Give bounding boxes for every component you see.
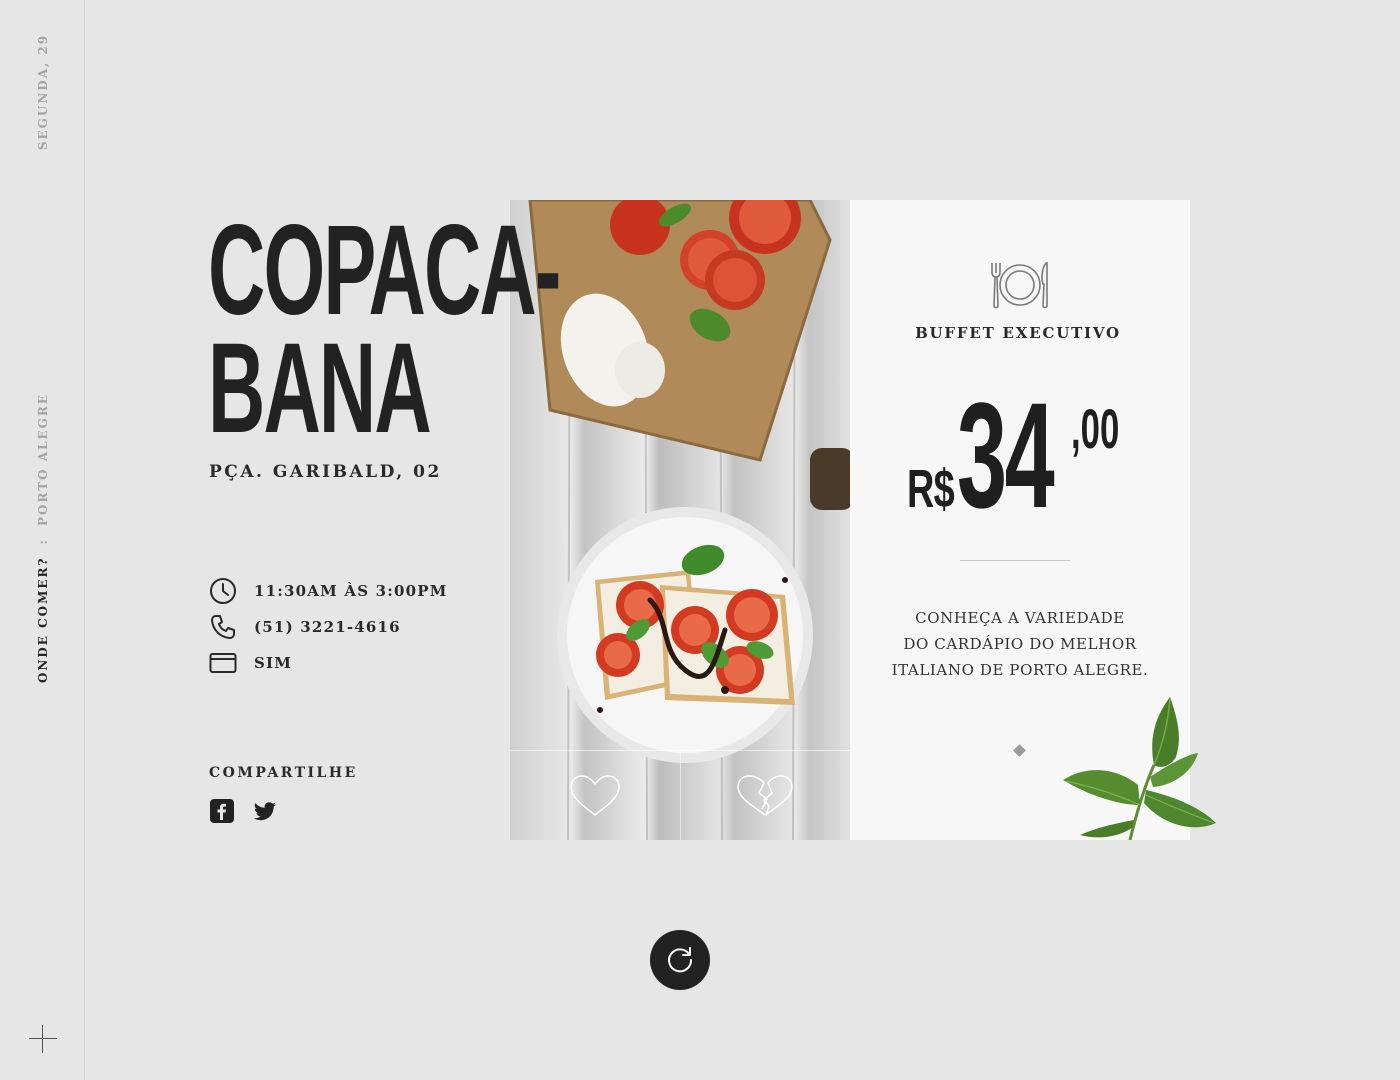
page: SEGUNDA, 29 ONDE COMER?: PORTO ALEGRE COP… — [0, 0, 1400, 1080]
share-label: COMPARTILHE — [209, 765, 358, 781]
clock-icon — [210, 578, 236, 604]
diamond-ornament — [1013, 744, 1026, 757]
twitter-icon[interactable] — [252, 798, 278, 824]
basil-leaf-decoration — [1063, 697, 1216, 840]
breadcrumb: ONDE COMER?: PORTO ALEGRE — [36, 393, 50, 683]
price-decimal: ,00 — [1071, 397, 1120, 460]
refresh-button[interactable] — [650, 930, 710, 990]
breadcrumb-porto-alegre[interactable]: PORTO ALEGRE — [36, 393, 50, 526]
sidebar: SEGUNDA, 29 ONDE COMER?: PORTO ALEGRE — [0, 0, 85, 1080]
description-line: CONHEÇA A VARIEDADE — [915, 609, 1125, 627]
phone-icon — [211, 615, 235, 639]
description-line: DO CARDÁPIO DO MELHOR — [903, 635, 1137, 653]
menu-description: CONHEÇA A VARIEDADE DO CARDÁPIO DO MELHO… — [880, 605, 1160, 683]
plate-cutlery-icon — [991, 262, 1048, 309]
facebook-icon[interactable] — [209, 798, 235, 824]
menu-title: BUFFET EXECUTIVO — [915, 324, 1121, 342]
restaurant-address: PÇA. GARIBALD, 02 — [209, 462, 442, 482]
refresh-icon — [668, 947, 693, 973]
broken-heart-icon — [737, 775, 793, 816]
description-line: ITALIANO DE PORTO ALEGRE. — [891, 661, 1149, 679]
restaurant-name-line1: COPACA- — [208, 199, 561, 342]
restaurant-name: COPACA- BANA — [208, 199, 561, 460]
date-label: SEGUNDA, 29 — [36, 33, 50, 151]
price-integer: 34 — [957, 371, 1055, 539]
vote-bar — [510, 750, 850, 840]
phone-row: (51) 3221-4616 — [209, 613, 401, 641]
food-photo-illustration — [528, 200, 850, 840]
dislike-button[interactable] — [679, 751, 851, 840]
hours-text: 11:30AM ÀS 3:00PM — [254, 582, 448, 600]
card-payment-text: SIM — [254, 654, 293, 672]
price-currency: R$ — [907, 459, 955, 519]
breadcrumb-onde-comer[interactable]: ONDE COMER? — [36, 556, 50, 683]
heart-icon — [569, 775, 620, 816]
divider — [960, 560, 1070, 561]
add-icon[interactable] — [29, 1025, 57, 1053]
card-row: SIM — [209, 649, 292, 677]
hours-row: 11:30AM ÀS 3:00PM — [209, 577, 448, 605]
like-button[interactable] — [510, 751, 680, 840]
price: R$ 34 ,00 — [907, 380, 1147, 530]
food-photo — [510, 200, 850, 840]
phone-text[interactable]: (51) 3221-4616 — [254, 618, 401, 636]
credit-card-icon — [209, 653, 237, 673]
breadcrumb-separator: : — [36, 538, 50, 545]
restaurant-name-line2: BANA — [208, 317, 432, 460]
